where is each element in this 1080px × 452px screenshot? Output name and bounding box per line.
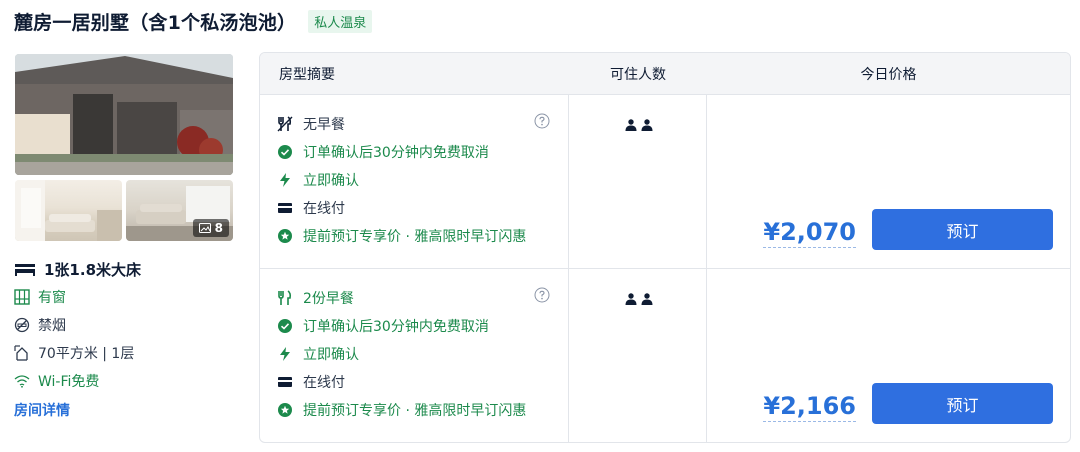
price-cell: ¥2,070 预订	[707, 95, 1070, 268]
lightning-icon	[280, 173, 290, 187]
window-icon	[14, 289, 30, 305]
room-details-link[interactable]: 房间详情	[14, 400, 70, 420]
help-icon[interactable]	[534, 113, 550, 133]
smoking-info: 禁烟	[14, 311, 244, 339]
payment-policy: 在线付	[277, 368, 568, 396]
photo-count: 8	[214, 221, 223, 235]
check-circle-icon	[278, 319, 292, 333]
cancel-label: 订单确认后30分钟内免费取消	[303, 319, 489, 335]
two-guests-icon	[625, 293, 653, 305]
promo-policy: 提前预订专享价 · 雅高限时早订闪惠	[277, 396, 568, 424]
lightning-icon	[280, 347, 290, 361]
occupancy-cell	[569, 269, 707, 442]
header-occupancy: 可住人数	[610, 67, 666, 83]
window-info: 有窗	[14, 283, 244, 311]
meal-policy: 无早餐	[277, 110, 568, 138]
window-label: 有窗	[38, 290, 66, 306]
promo-policy: 提前预订专享价 · 雅高限时早订闪惠	[277, 222, 568, 250]
rate-summary: 2份早餐 订单确认后30分钟内免费取消 立即确认 在线付 提前预订专享价 · 雅…	[260, 269, 569, 442]
area-floor-label: 70平方米 | 1层	[38, 346, 135, 362]
header-price: 今日价格	[860, 67, 917, 83]
photo-count-badge[interactable]: 8	[192, 219, 229, 237]
card-icon	[278, 377, 292, 387]
meal-label: 无早餐	[303, 117, 345, 133]
wifi-icon	[14, 375, 30, 388]
check-circle-icon	[278, 145, 292, 159]
area-floor-info: 70平方米 | 1层	[14, 339, 244, 367]
star-badge-icon	[278, 229, 292, 243]
rate-row: 2份早餐 订单确认后30分钟内免费取消 立即确认 在线付 提前预订专享价 · 雅…	[260, 269, 1070, 442]
no-smoking-icon	[14, 317, 30, 333]
card-icon	[278, 203, 292, 213]
cancel-policy: 订单确认后30分钟内免费取消	[277, 312, 568, 340]
confirm-policy: 立即确认	[277, 166, 568, 194]
bed-info: 1张1.8米大床	[14, 258, 244, 280]
help-icon[interactable]	[534, 287, 550, 307]
promo-label: 提前预订专享价 · 雅高限时早订闪惠	[303, 403, 527, 419]
bed-icon	[15, 264, 35, 276]
meal-policy: 2份早餐	[277, 284, 568, 312]
no-breakfast-icon	[277, 116, 293, 132]
two-guests-icon	[625, 119, 653, 131]
header-summary: 房型摘要	[279, 67, 335, 83]
confirm-policy: 立即确认	[277, 340, 568, 368]
room-photo-thumb[interactable]: 8	[126, 180, 233, 241]
room-facilities: 1张1.8米大床 有窗 禁烟 70平方米 | 1层 Wi-Fi免费	[14, 258, 244, 395]
breakfast-icon	[278, 290, 292, 305]
smoking-label: 禁烟	[38, 318, 66, 334]
book-button[interactable]: 预订	[872, 383, 1053, 424]
room-title: 麓房一居别墅（含1个私汤泡池）	[14, 12, 297, 34]
main-room-photo[interactable]	[15, 54, 233, 175]
payment-label: 在线付	[303, 375, 345, 391]
price-cell: ¥2,166 预订	[707, 269, 1070, 442]
room-photo-thumb[interactable]	[15, 180, 122, 241]
confirm-label: 立即确认	[303, 347, 359, 363]
hot-spring-tag: 私人温泉	[308, 10, 373, 33]
book-button[interactable]: 预订	[872, 209, 1053, 250]
rate-table-header: 房型摘要 可住人数 今日价格	[260, 53, 1070, 95]
rate-table: 房型摘要 可住人数 今日价格 无早餐 订单确认后30分钟内免费取消 立即确认 在…	[259, 52, 1071, 443]
promo-label: 提前预订专享价 · 雅高限时早订闪惠	[303, 229, 527, 245]
rate-summary: 无早餐 订单确认后30分钟内免费取消 立即确认 在线付 提前预订专享价 · 雅高…	[260, 95, 569, 268]
payment-label: 在线付	[303, 201, 345, 217]
occupancy-cell	[569, 95, 707, 268]
wifi-label: Wi-Fi免费	[38, 374, 100, 390]
room-gallery[interactable]: 8	[15, 54, 233, 241]
price[interactable]: ¥2,070	[763, 218, 856, 248]
wifi-info: Wi-Fi免费	[14, 367, 244, 395]
price[interactable]: ¥2,166	[763, 392, 856, 422]
rate-row: 无早餐 订单确认后30分钟内免费取消 立即确认 在线付 提前预订专享价 · 雅高…	[260, 95, 1070, 269]
area-icon	[14, 345, 28, 361]
image-icon	[198, 223, 211, 233]
payment-policy: 在线付	[277, 194, 568, 222]
bed-label: 1张1.8米大床	[44, 260, 142, 279]
cancel-label: 订单确认后30分钟内免费取消	[303, 145, 489, 161]
star-badge-icon	[278, 403, 292, 417]
meal-label: 2份早餐	[303, 291, 354, 307]
confirm-label: 立即确认	[303, 173, 359, 189]
room-title-row: 麓房一居别墅（含1个私汤泡池） 私人温泉	[14, 8, 373, 35]
cancel-policy: 订单确认后30分钟内免费取消	[277, 138, 568, 166]
